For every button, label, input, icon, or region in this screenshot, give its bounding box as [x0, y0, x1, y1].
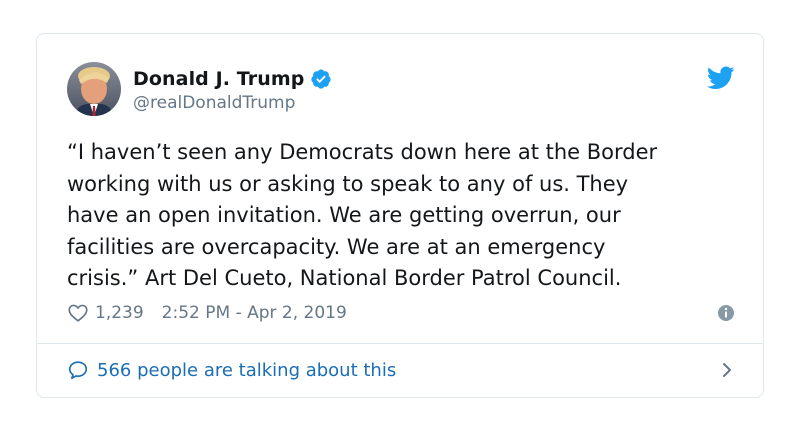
- footer-divider: [37, 343, 763, 344]
- conversation-link[interactable]: 566 people are talking about this: [67, 356, 735, 384]
- conversation-label[interactable]: 566 people are talking about this: [97, 360, 396, 381]
- info-icon[interactable]: [717, 304, 735, 322]
- tweet-embed-card: Donald J. Trump @realDonaldTrump “I have…: [36, 33, 764, 398]
- verified-badge-icon: [310, 68, 332, 90]
- chevron-right-icon[interactable]: [719, 362, 735, 378]
- tweet-timestamp[interactable]: 2:52 PM - Apr 2, 2019: [162, 303, 347, 323]
- like-count[interactable]: 1,239: [95, 303, 144, 323]
- avatar[interactable]: [67, 62, 121, 116]
- avatar-image: [67, 62, 121, 116]
- twitter-bird-icon[interactable]: [706, 66, 735, 90]
- author-handle[interactable]: @realDonaldTrump: [133, 93, 295, 113]
- heart-icon[interactable]: [67, 302, 89, 324]
- speech-bubble-icon: [67, 359, 89, 381]
- tweet-text: “I haven’t seen any Democrats down here …: [67, 140, 658, 290]
- author-name-row: Donald J. Trump: [133, 67, 332, 91]
- tweet-meta-row: 1,239 2:52 PM - Apr 2, 2019: [67, 300, 735, 326]
- author-display-name[interactable]: Donald J. Trump: [133, 68, 304, 90]
